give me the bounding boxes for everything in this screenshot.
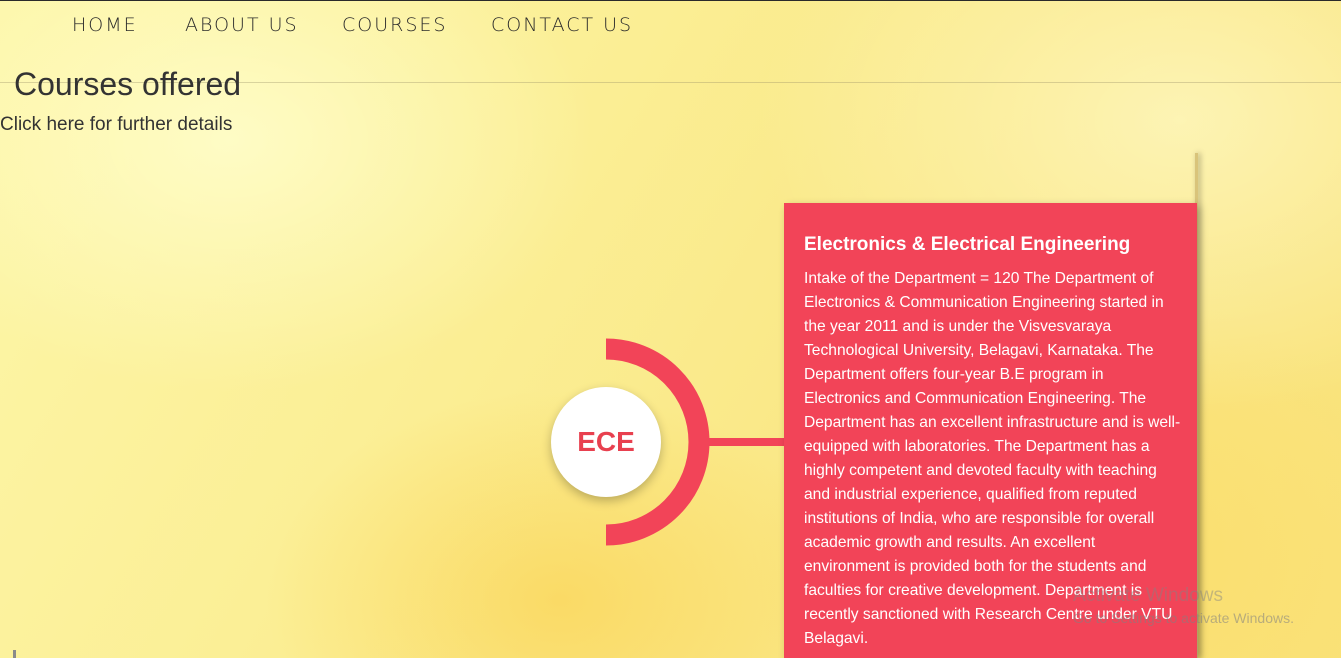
scroll-edge-marker (13, 650, 16, 658)
activate-windows-watermark-title: Activate Windows (1073, 585, 1223, 606)
further-details-link[interactable]: Click here for further details (0, 114, 232, 136)
nav-courses-link[interactable]: COURSES (342, 14, 447, 36)
course-code-label: ECE (577, 426, 635, 457)
activate-windows-watermark-subtitle: Go to Settings to activate Windows. (1073, 610, 1294, 626)
nav-home-link[interactable]: HOME (72, 14, 138, 36)
course-name-heading: Electronics & Electrical Engineering (804, 234, 1131, 255)
course-badge-ece[interactable]: ECE (551, 387, 661, 497)
page-title: Courses offered (14, 66, 242, 102)
nav-about-us-link[interactable]: ABOUT US (185, 14, 299, 36)
nav-contact-us-link[interactable]: CONTACT US (491, 14, 633, 36)
